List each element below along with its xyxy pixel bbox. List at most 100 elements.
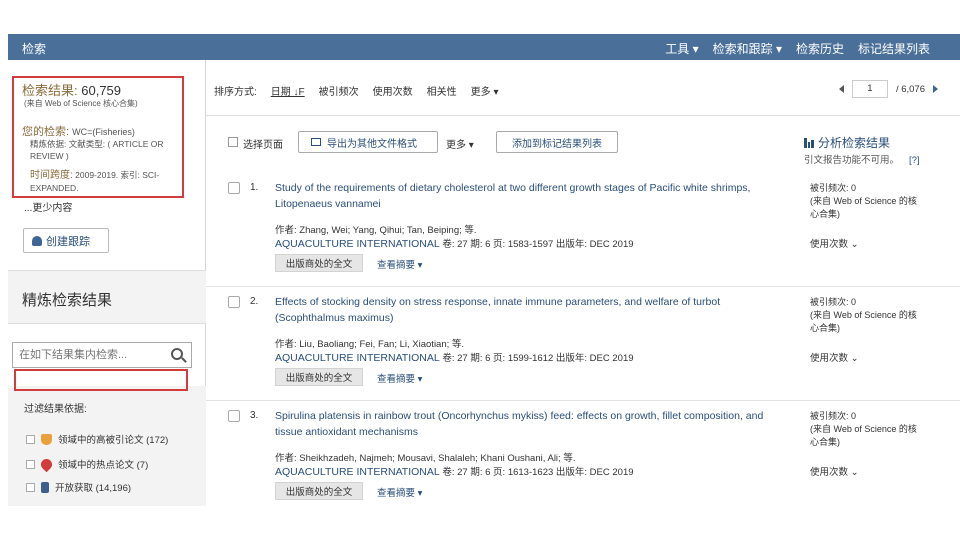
record-authors: 作者: Sheikhzadeh, Najmeh; Mousavi, Shalal… — [275, 453, 576, 464]
query-value: WC=(Fisheries) — [72, 127, 135, 137]
query-refine-doc-type: 精炼依据: 文献类型: ( ARTICLE OR REVIEW ) — [30, 139, 164, 161]
query-summary: 您的检索: WC=(Fisheries) — [22, 123, 135, 139]
filter-panel: 过滤结果依据: 领域中的高被引论文 (172) 领域中的热点论文 (7) 开放获… — [8, 386, 206, 506]
export-icon — [311, 138, 321, 146]
filter-label-text: 领域中的热点论文 (7) — [58, 460, 149, 471]
results-source: (来自 Web of Science 核心合集) — [24, 99, 138, 108]
record-title-link[interactable]: Study of the requirements of dietary cho… — [275, 180, 775, 212]
lock-icon — [41, 481, 49, 493]
record-source: AQUACULTURE INTERNATIONAL 卷: 27 期: 6 页: … — [275, 350, 795, 364]
sort-options: 排序方式: 日期 ↓F 被引频次 使用次数 相关性 更多 ▾ — [214, 83, 498, 98]
times-cited-count: 被引频次: 0 — [810, 411, 857, 421]
usage-count-dropdown[interactable]: 使用次数 ⌄ — [810, 464, 859, 478]
times-cited: 被引频次: 0 (来自 Web of Science 的核心合集) — [810, 410, 922, 449]
results-label: 检索结果: — [22, 83, 78, 98]
times-cited: 被引频次: 0 (来自 Web of Science 的核心合集) — [810, 296, 922, 335]
analyze-results-label: 分析检索结果 — [818, 136, 891, 150]
filter-label-text: 开放获取 (14,196) — [55, 483, 132, 494]
view-abstract-toggle[interactable]: 查看摘要 ▾ — [377, 257, 422, 271]
next-page-icon[interactable] — [933, 85, 938, 93]
total-pages: / 6,076 — [895, 83, 925, 95]
record-checkbox[interactable] — [228, 296, 240, 308]
fire-icon — [38, 456, 55, 472]
record-checkbox[interactable] — [228, 182, 240, 194]
filter-open-access[interactable]: 开放获取 (14,196) — [26, 480, 131, 494]
filter-checkbox[interactable] — [26, 482, 35, 492]
nav-brand[interactable]: 检索 — [22, 40, 46, 57]
record-authors: 作者: Liu, Baoliang; Fei, Fan; Li, Xiaotia… — [275, 339, 465, 350]
export-button[interactable]: 导出为其他文件格式 — [298, 131, 438, 153]
timespan-label: 时间跨度: — [30, 170, 73, 181]
nav-tools[interactable]: 工具 ▾ — [665, 40, 698, 57]
record-journal-link[interactable]: AQUACULTURE INTERNATIONAL — [275, 238, 440, 250]
less-content-link[interactable]: ...更少内容 — [24, 199, 72, 214]
full-text-button[interactable]: 出版商处的全文 — [275, 254, 363, 272]
filter-highlight-box — [14, 369, 188, 391]
record-number: 2. — [250, 296, 259, 307]
result-record: 3. Spirulina platensis in rainbow trout … — [206, 406, 960, 516]
usage-count-dropdown[interactable]: 使用次数 ⌄ — [810, 236, 859, 250]
sort-relevance[interactable]: 相关性 — [427, 83, 457, 98]
refine-search-input[interactable] — [13, 343, 163, 367]
page-number-input[interactable]: 1 — [851, 80, 888, 98]
sort-more[interactable]: 更多 ▾ — [471, 83, 499, 98]
record-title-link[interactable]: Spirulina platensis in rainbow trout (On… — [275, 408, 775, 440]
record-checkbox[interactable] — [228, 410, 240, 422]
record-number: 1. — [250, 182, 259, 193]
filter-highly-cited[interactable]: 领域中的高被引论文 (172) — [26, 432, 168, 446]
times-cited-source: (来自 Web of Science 的核心合集) — [810, 310, 917, 333]
refine-heading-text: 精炼检索结果 — [22, 292, 113, 309]
record-divider — [206, 400, 960, 401]
full-text-button[interactable]: 出版商处的全文 — [275, 482, 363, 500]
view-abstract-toggle[interactable]: 查看摘要 ▾ — [377, 371, 422, 385]
full-text-button[interactable]: 出版商处的全文 — [275, 368, 363, 386]
main-content: 排序方式: 日期 ↓F 被引频次 使用次数 相关性 更多 ▾ 1 / 6,076… — [206, 60, 960, 506]
search-icon[interactable] — [171, 348, 183, 360]
nav-search-history[interactable]: 检索历史 — [796, 40, 844, 57]
nav-search-track[interactable]: 检索和跟踪 ▾ — [713, 40, 782, 57]
refine-search-box — [12, 342, 192, 368]
view-abstract-toggle[interactable]: 查看摘要 ▾ — [377, 485, 422, 499]
record-journal-link[interactable]: AQUACULTURE INTERNATIONAL — [275, 352, 440, 364]
filter-checkbox[interactable] — [26, 434, 35, 444]
filter-label: 过滤结果依据: — [24, 404, 87, 415]
toolbar-more-dropdown[interactable]: 更多 ▾ — [446, 136, 474, 151]
times-cited: 被引频次: 0 (来自 Web of Science 的核心合集) — [810, 182, 922, 221]
select-page-checkbox[interactable] — [228, 137, 238, 147]
filter-checkbox[interactable] — [26, 459, 35, 469]
filter-hot-papers[interactable]: 领域中的热点论文 (7) — [26, 456, 149, 472]
refine-heading: 精炼检索结果 — [8, 270, 206, 324]
times-cited-source: (来自 Web of Science 的核心合集) — [810, 424, 917, 447]
sort-bar: 排序方式: 日期 ↓F 被引频次 使用次数 相关性 更多 ▾ 1 / 6,076 — [206, 60, 960, 116]
query-timespan: 时间跨度: 2009-2019. 索引: SCI-EXPANDED. — [30, 169, 186, 194]
nav-marked-list[interactable]: 标记结果列表 — [858, 40, 930, 57]
record-title-link[interactable]: Effects of stocking density on stress re… — [275, 294, 775, 326]
sort-usage[interactable]: 使用次数 — [373, 83, 413, 98]
filter-label-text: 领域中的高被引论文 (172) — [58, 435, 169, 446]
create-alert-button[interactable]: 创建跟踪 — [23, 228, 109, 253]
bell-icon — [32, 235, 42, 246]
add-to-marked-list-button[interactable]: 添加到标记结果列表 — [496, 131, 618, 153]
help-link[interactable]: [?] — [909, 155, 920, 166]
results-summary: 检索结果: 60,759 — [22, 80, 121, 99]
sort-times-cited[interactable]: 被引频次 — [319, 83, 359, 98]
bar-chart-icon — [804, 137, 815, 148]
sort-date[interactable]: 日期 ↓F — [271, 83, 305, 98]
record-source: AQUACULTURE INTERNATIONAL 卷: 27 期: 6 页: … — [275, 464, 795, 478]
select-page-label[interactable]: 选择页面 — [243, 136, 283, 151]
record-authors: 作者: Zhang, Wei; Yang, Qihui; Tan, Beipin… — [275, 225, 477, 236]
record-divider — [206, 286, 960, 287]
citation-report-text: 引文报告功能不可用。 — [804, 155, 900, 166]
usage-count-dropdown[interactable]: 使用次数 ⌄ — [810, 350, 859, 364]
results-count: 60,759 — [81, 83, 122, 98]
times-cited-count: 被引频次: 0 — [810, 183, 857, 193]
prev-page-icon[interactable] — [838, 85, 844, 93]
sidebar: 检索结果: 60,759 (来自 Web of Science 核心合集) 您的… — [8, 60, 206, 506]
result-record: 2. Effects of stocking density on stress… — [206, 292, 960, 402]
pagination: 1 / 6,076 — [838, 80, 938, 98]
record-number: 3. — [250, 410, 259, 421]
analyze-results-link[interactable]: 分析检索结果 — [804, 134, 890, 151]
times-cited-count: 被引频次: 0 — [810, 297, 857, 307]
trophy-icon — [41, 433, 52, 445]
record-journal-link[interactable]: AQUACULTURE INTERNATIONAL — [275, 466, 440, 478]
